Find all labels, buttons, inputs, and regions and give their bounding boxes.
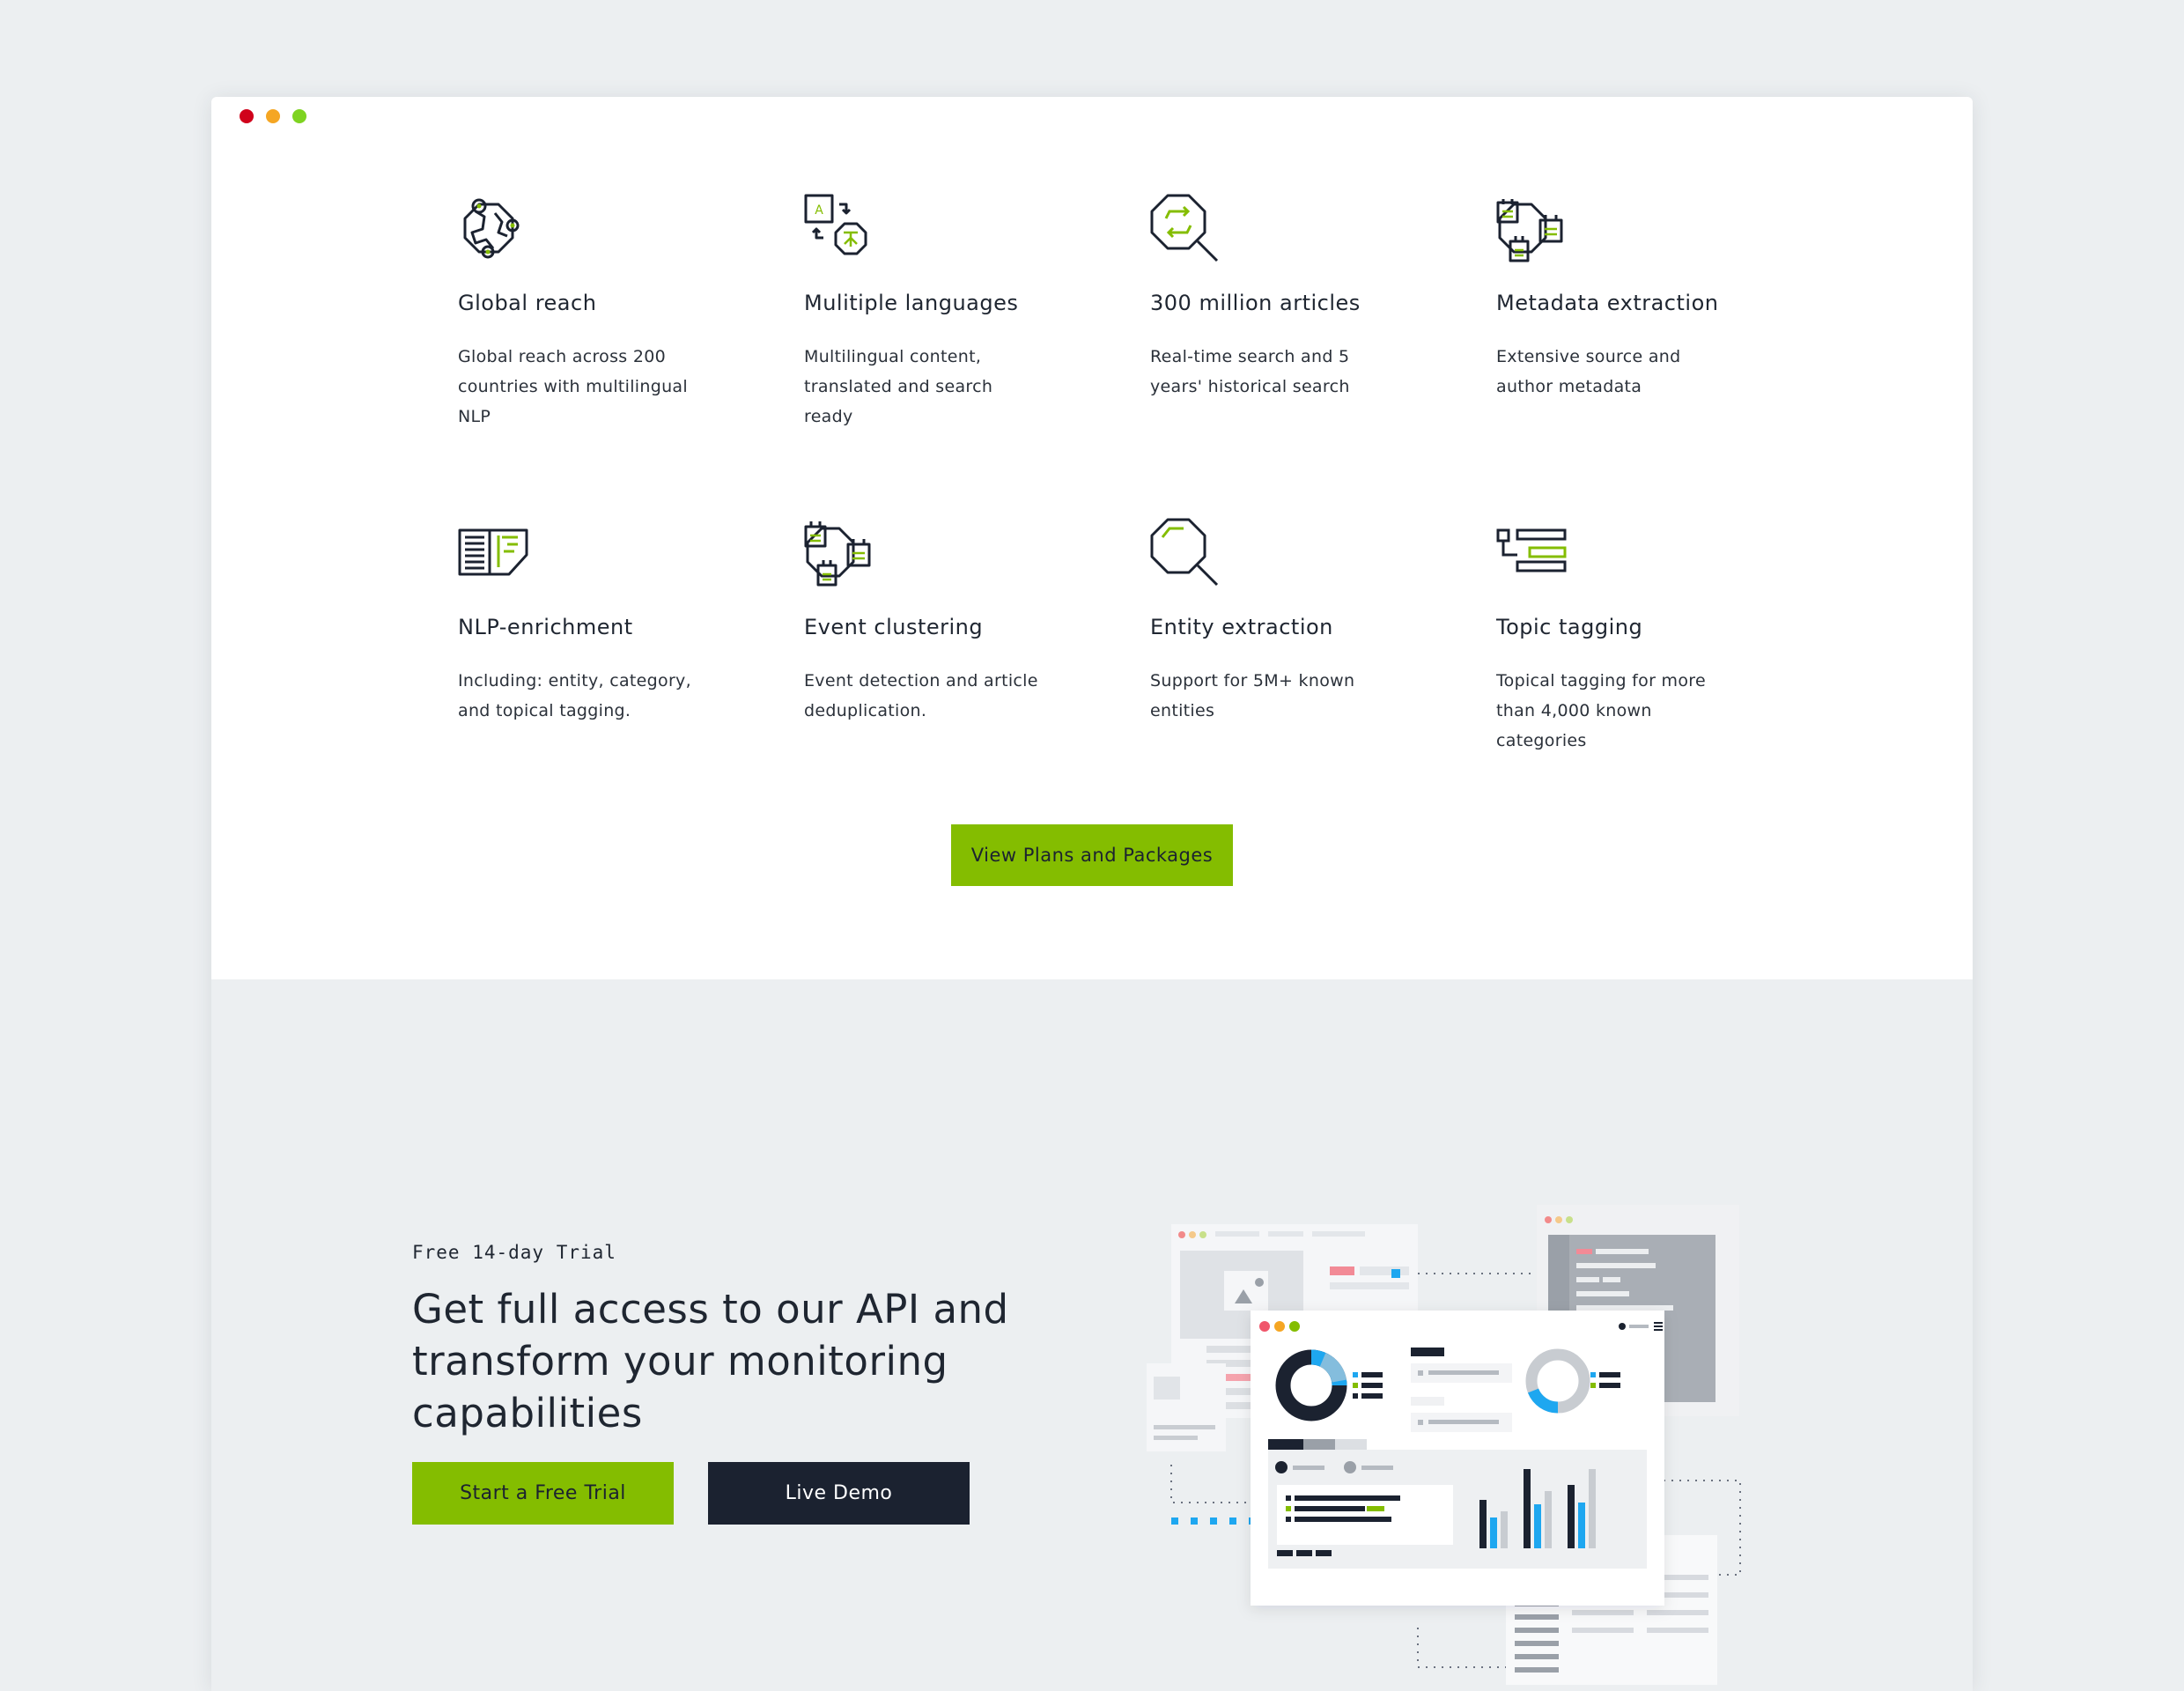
feature-title: Topic tagging — [1496, 615, 1643, 639]
feature-event-clustering: Event clustering Event detection and art… — [804, 518, 1068, 720]
magnifier-icon — [1150, 518, 1219, 587]
illustration-main-dashboard — [1251, 1311, 1664, 1606]
feature-title: Event clustering — [804, 615, 984, 639]
feature-description: Extensive source and author metadata — [1496, 347, 1681, 396]
feature-global-reach: Global reach Global reach across 200 cou… — [458, 194, 722, 426]
minimize-window-dot[interactable] — [266, 109, 280, 123]
maximize-window-dot[interactable] — [292, 109, 306, 123]
illustration-small-card — [1147, 1363, 1226, 1451]
document-enrichment-icon — [458, 528, 528, 576]
trial-eyebrow: Free 14-day Trial — [412, 1242, 616, 1263]
feature-multiple-languages: A Mulitiple languages Multilingual conte… — [804, 194, 1068, 426]
dashboard-illustration — [1147, 1205, 1741, 1685]
feature-description: Topical tagging for more than 4,000 know… — [1496, 671, 1706, 750]
feature-topic-tagging: Topic tagging Topical tagging for more t… — [1496, 518, 1760, 750]
svg-text:A: A — [815, 203, 823, 218]
cluster-icon — [804, 521, 871, 587]
live-demo-button[interactable]: Live Demo — [708, 1462, 970, 1525]
feature-entity-extraction: Entity extraction Support for 5M+ known … — [1150, 518, 1414, 720]
feature-description: Including: entity, category, and topical… — [458, 671, 691, 720]
search-refresh-icon — [1150, 194, 1219, 262]
metadata-icon — [1496, 199, 1563, 262]
feature-description: Real-time search and 5 years' historical… — [1150, 347, 1350, 396]
feature-description: Global reach across 200 countries with m… — [458, 347, 688, 426]
feature-description: Multilingual content, translated and sea… — [804, 347, 993, 426]
start-free-trial-button[interactable]: Start a Free Trial — [412, 1462, 674, 1525]
feature-title: Global reach — [458, 291, 597, 315]
feature-title: Entity extraction — [1150, 615, 1333, 639]
feature-nlp-enrichment: NLP-enrichment Including: entity, catego… — [458, 518, 722, 720]
window-controls — [240, 109, 306, 123]
trial-section: Free 14-day Trial Get full access to our… — [211, 979, 1973, 1691]
feature-300-million-articles: 300 million articles Real-time search an… — [1150, 194, 1414, 396]
feature-title: Metadata extraction — [1496, 291, 1719, 315]
feature-description: Support for 5M+ known entities — [1150, 671, 1355, 720]
tag-tree-icon — [1496, 528, 1567, 572]
browser-window: Global reach Global reach across 200 cou… — [211, 97, 1973, 1691]
feature-title: 300 million articles — [1150, 291, 1361, 315]
feature-title: Mulitiple languages — [804, 291, 1019, 315]
trial-headline: Get full access to our API and transform… — [412, 1286, 1009, 1436]
translate-icon: A — [804, 194, 867, 255]
feature-title: NLP-enrichment — [458, 615, 633, 639]
feature-metadata-extraction: Metadata extraction Extensive source and… — [1496, 194, 1760, 396]
globe-icon — [463, 198, 520, 259]
close-window-dot[interactable] — [240, 109, 254, 123]
view-plans-button[interactable]: View Plans and Packages — [951, 824, 1233, 886]
feature-description: Event detection and article deduplicatio… — [804, 671, 1038, 720]
